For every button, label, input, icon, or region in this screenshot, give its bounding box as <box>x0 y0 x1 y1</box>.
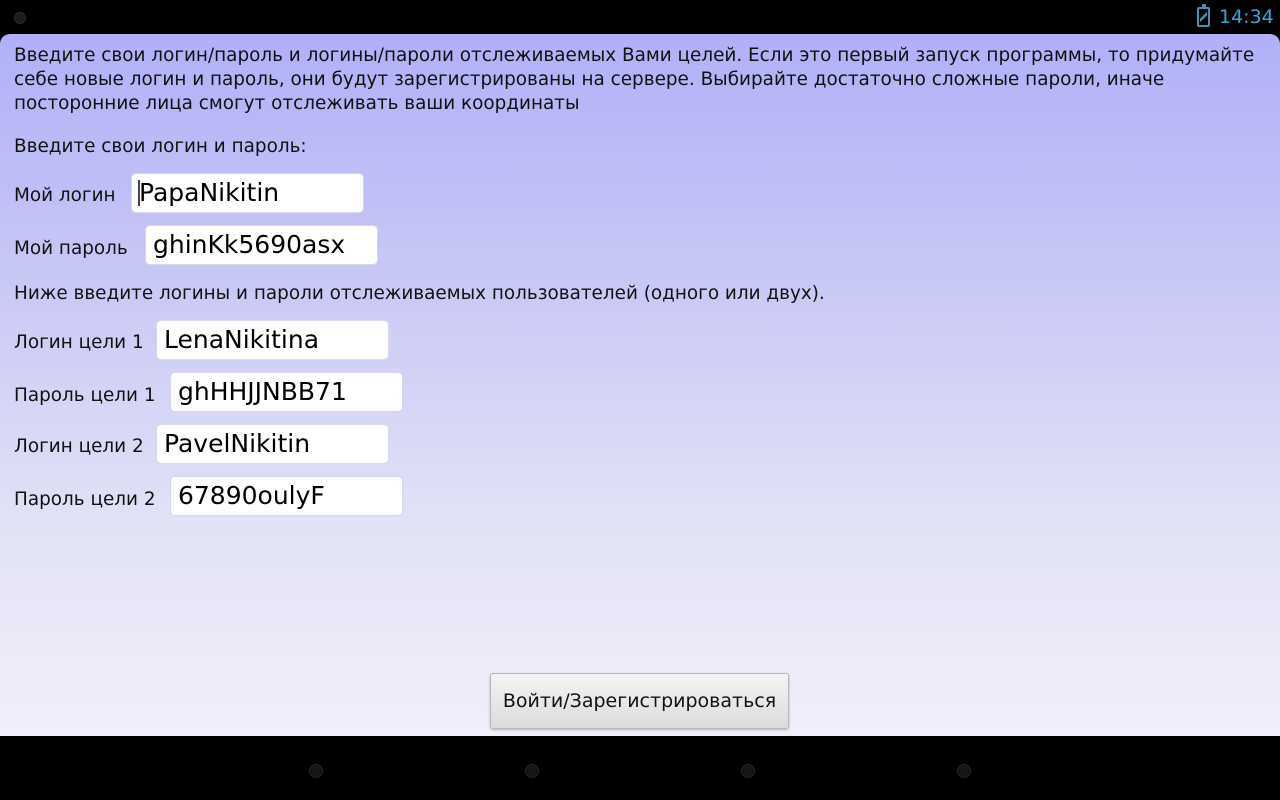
my-login-label: Мой логин <box>14 185 116 206</box>
target1-login-field[interactable]: LenaNikitina <box>157 321 388 359</box>
battery-charging-icon <box>1197 4 1210 27</box>
navigation-bar <box>0 736 1280 800</box>
my-password-label: Мой пароль <box>14 238 128 259</box>
status-bar: 14:34 <box>0 0 1280 34</box>
login-form-screen: Введите свои логин/пароль и логины/парол… <box>0 34 1280 736</box>
target2-password-label: Пароль цели 2 <box>14 489 156 510</box>
target1-password-field[interactable]: ghHHJJNBB71 <box>171 373 402 411</box>
target2-login-label: Логин цели 2 <box>14 436 144 457</box>
target2-login-field[interactable]: PavelNikitin <box>157 425 388 463</box>
home-button-icon[interactable] <box>525 764 539 778</box>
targets-heading: Ниже введите логины и пароли отслеживаем… <box>14 283 825 304</box>
target1-login-label: Логин цели 1 <box>14 332 144 353</box>
my-password-field[interactable]: ghinKk5690asx <box>146 226 377 264</box>
recent-apps-button-icon[interactable] <box>741 764 755 778</box>
menu-button-icon[interactable] <box>957 764 971 778</box>
target1-password-label: Пароль цели 1 <box>14 385 156 406</box>
target2-password-field[interactable]: 67890oulyF <box>171 477 402 515</box>
notification-dot-icon <box>14 12 26 24</box>
my-login-field[interactable]: PapaNikitin <box>132 174 363 212</box>
login-register-button[interactable]: Войти/Зарегистрироваться <box>490 673 789 729</box>
own-credentials-heading: Введите свои логин и пароль: <box>14 136 307 157</box>
intro-text: Введите свои логин/пароль и логины/парол… <box>14 45 1255 114</box>
back-button-icon[interactable] <box>309 764 323 778</box>
status-clock: 14:34 <box>1219 6 1274 28</box>
